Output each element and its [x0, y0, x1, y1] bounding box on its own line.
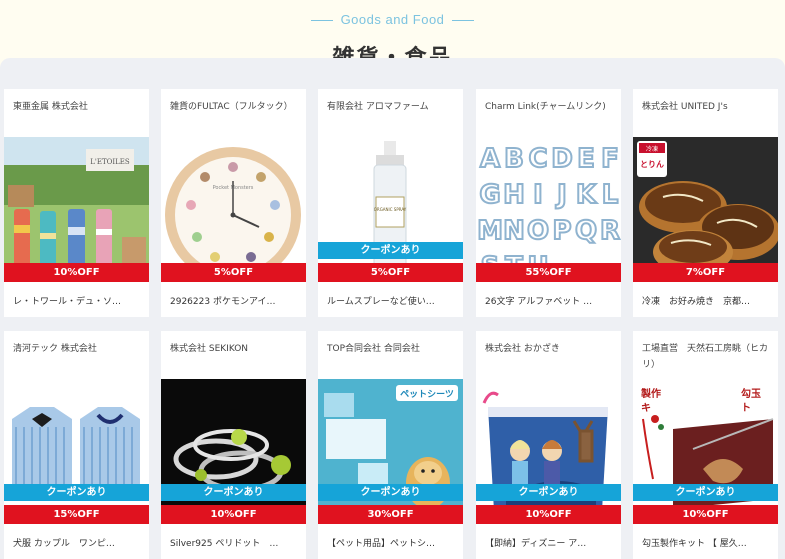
- product-image-rings[interactable]: [161, 379, 306, 524]
- discount-badge: 10%OFF: [4, 263, 149, 282]
- petsheet-banner-text: ペットシーツ: [400, 389, 454, 400]
- discount-badge: 10%OFF: [476, 505, 621, 524]
- letter-glyph: L: [602, 180, 619, 210]
- coupon-badge: クーポンあり: [633, 484, 778, 501]
- letter-glyph: F: [601, 144, 619, 174]
- coupon-badge: クーポンあり: [318, 242, 463, 259]
- letter-glyph: C: [528, 144, 547, 174]
- product-card[interactable]: 株式会社 UNITED J's 冷凍 とりん 7%OFF 冷凍 お好み焼き 京都…: [633, 89, 778, 317]
- company-name: 東亜金属 株式会社: [13, 102, 88, 112]
- okonomi-badge-text: 冷凍: [646, 145, 658, 153]
- company-name: 清河テック 株式会社: [13, 344, 97, 354]
- product-name[interactable]: 犬服 カップル ワンピ…: [13, 536, 143, 549]
- product-card[interactable]: 株式会社 おかざき クーポンあり 10%OFF 【即納】ディズニー ア…: [476, 331, 621, 559]
- tumbler-sign-text: L'ETOILES: [90, 158, 130, 166]
- product-image-spray[interactable]: ORGANIC SPRAY: [318, 137, 463, 282]
- product-image-letters[interactable]: ABCDEFGHIJKLMNOPQRSTU: [476, 137, 621, 282]
- product-card[interactable]: TOP合同会社 合同会社 ペットシーツ クーポンあり 30%OFF 【ペット用品…: [318, 331, 463, 559]
- company-name: Charm Link(チャームリンク): [485, 102, 606, 112]
- magatama-label-4: ト: [741, 402, 751, 414]
- product-name[interactable]: Silver925 ペリドット …: [170, 536, 300, 549]
- company-name: 有限会社 アロマファーム: [327, 102, 429, 112]
- letter-glyph: G: [479, 180, 500, 210]
- company-name: 工場直営 天然石工房眺（ヒカリ）: [642, 344, 769, 370]
- letter-glyph: E: [577, 144, 595, 174]
- product-image-clock[interactable]: Pocket Monsters: [161, 137, 306, 282]
- product-name[interactable]: ルームスプレーなど使い…: [327, 294, 457, 307]
- magatama-label-3: キ: [641, 402, 651, 414]
- discount-badge: 7%OFF: [633, 263, 778, 282]
- product-name[interactable]: 【即納】ディズニー ア…: [485, 536, 615, 549]
- product-name[interactable]: レ・トワール・デュ・ソ…: [13, 294, 143, 307]
- letter-glyph: Q: [575, 216, 597, 246]
- letter-glyph: R: [600, 216, 620, 246]
- letter-glyph: I: [533, 180, 543, 210]
- product-card[interactable]: 有限会社 アロマファーム ORGANIC SPRAY クーポンあり 5%OFF …: [318, 89, 463, 317]
- discount-badge: 5%OFF: [161, 263, 306, 282]
- letter-glyph: D: [551, 144, 573, 174]
- company-name: TOP合同会社 合同会社: [327, 344, 420, 354]
- discount-badge: 10%OFF: [161, 505, 306, 524]
- letter-glyph: B: [504, 144, 524, 174]
- magatama-label-2: 勾玉: [741, 387, 761, 400]
- product-name[interactable]: 26文字 アルファベット …: [485, 294, 615, 307]
- subtitle-line-right: [452, 20, 475, 22]
- product-card[interactable]: Charm Link(チャームリンク) ABCDEFGHIJKLMNOPQRST…: [476, 89, 621, 317]
- product-image-dog-clothes[interactable]: [4, 379, 149, 524]
- letter-glyph: H: [503, 180, 525, 210]
- product-card[interactable]: 株式会社 SEKIKON クーポンあり 10%OFF Silver925 ペリド…: [161, 331, 306, 559]
- product-name[interactable]: 2926223 ポケモンアイ…: [170, 294, 300, 307]
- company-name: 株式会社 SEKIKON: [170, 344, 249, 354]
- product-name[interactable]: 冷凍 お好み焼き 京都…: [642, 294, 772, 307]
- company-name: 株式会社 おかざき: [485, 344, 560, 354]
- subtitle-line-left: [310, 20, 333, 22]
- discount-badge: 55%OFF: [476, 263, 621, 282]
- product-image-tumblers[interactable]: L'ETOILES: [4, 137, 149, 282]
- subtitle-text: Goods and Food: [340, 12, 445, 27]
- letter-glyph: J: [555, 180, 567, 210]
- letter-glyph: P: [552, 216, 571, 246]
- letter-glyph: K: [576, 180, 597, 210]
- section-subtitle: Goods and Food: [0, 12, 785, 27]
- discount-badge: 30%OFF: [318, 505, 463, 524]
- product-image-pet-sheets[interactable]: ペットシーツ: [318, 379, 463, 524]
- letter-glyph: A: [480, 144, 500, 174]
- letter-glyph: M: [477, 216, 503, 246]
- product-name[interactable]: 【ペット用品】ペットシ…: [327, 536, 457, 549]
- product-card[interactable]: 工場直営 天然石工房眺（ヒカリ） 製作 勾玉 キ ト クーポンあり 10%OFF…: [633, 331, 778, 559]
- coupon-badge: クーポンあり: [161, 484, 306, 501]
- discount-badge: 15%OFF: [4, 505, 149, 524]
- discount-badge: 5%OFF: [318, 263, 463, 282]
- product-image-magatama-kit[interactable]: 製作 勾玉 キ ト: [633, 379, 778, 524]
- letter-glyph: O: [527, 216, 549, 246]
- product-name[interactable]: 勾玉製作キット 【 屋久…: [642, 536, 772, 549]
- coupon-badge: クーポンあり: [4, 484, 149, 501]
- magatama-label-1: 製作: [640, 387, 661, 400]
- product-card[interactable]: 東亜金属 株式会社 L'ETOILES 10%OFF レ・トワール・デュ・ソ…: [4, 89, 149, 317]
- product-image-disney-bag[interactable]: [476, 379, 621, 524]
- coupon-badge: クーポンあり: [318, 484, 463, 501]
- product-image-okonomiyaki[interactable]: 冷凍 とりん: [633, 137, 778, 282]
- product-card[interactable]: 雑貨のFULTAC（フルタック） Pocket Monsters 5%OFF 2…: [161, 89, 306, 317]
- letter-glyph: N: [503, 216, 525, 246]
- spray-label-text: ORGANIC SPRAY: [374, 207, 407, 212]
- okonomi-sub-text: とりん: [640, 160, 664, 169]
- company-name: 株式会社 UNITED J's: [642, 102, 728, 112]
- company-name: 雑貨のFULTAC（フルタック）: [170, 102, 293, 112]
- product-card[interactable]: 清河テック 株式会社 クーポンあり 15%OFF 犬服 カップル ワンピ…: [4, 331, 149, 559]
- coupon-badge: クーポンあり: [476, 484, 621, 501]
- discount-badge: 10%OFF: [633, 505, 778, 524]
